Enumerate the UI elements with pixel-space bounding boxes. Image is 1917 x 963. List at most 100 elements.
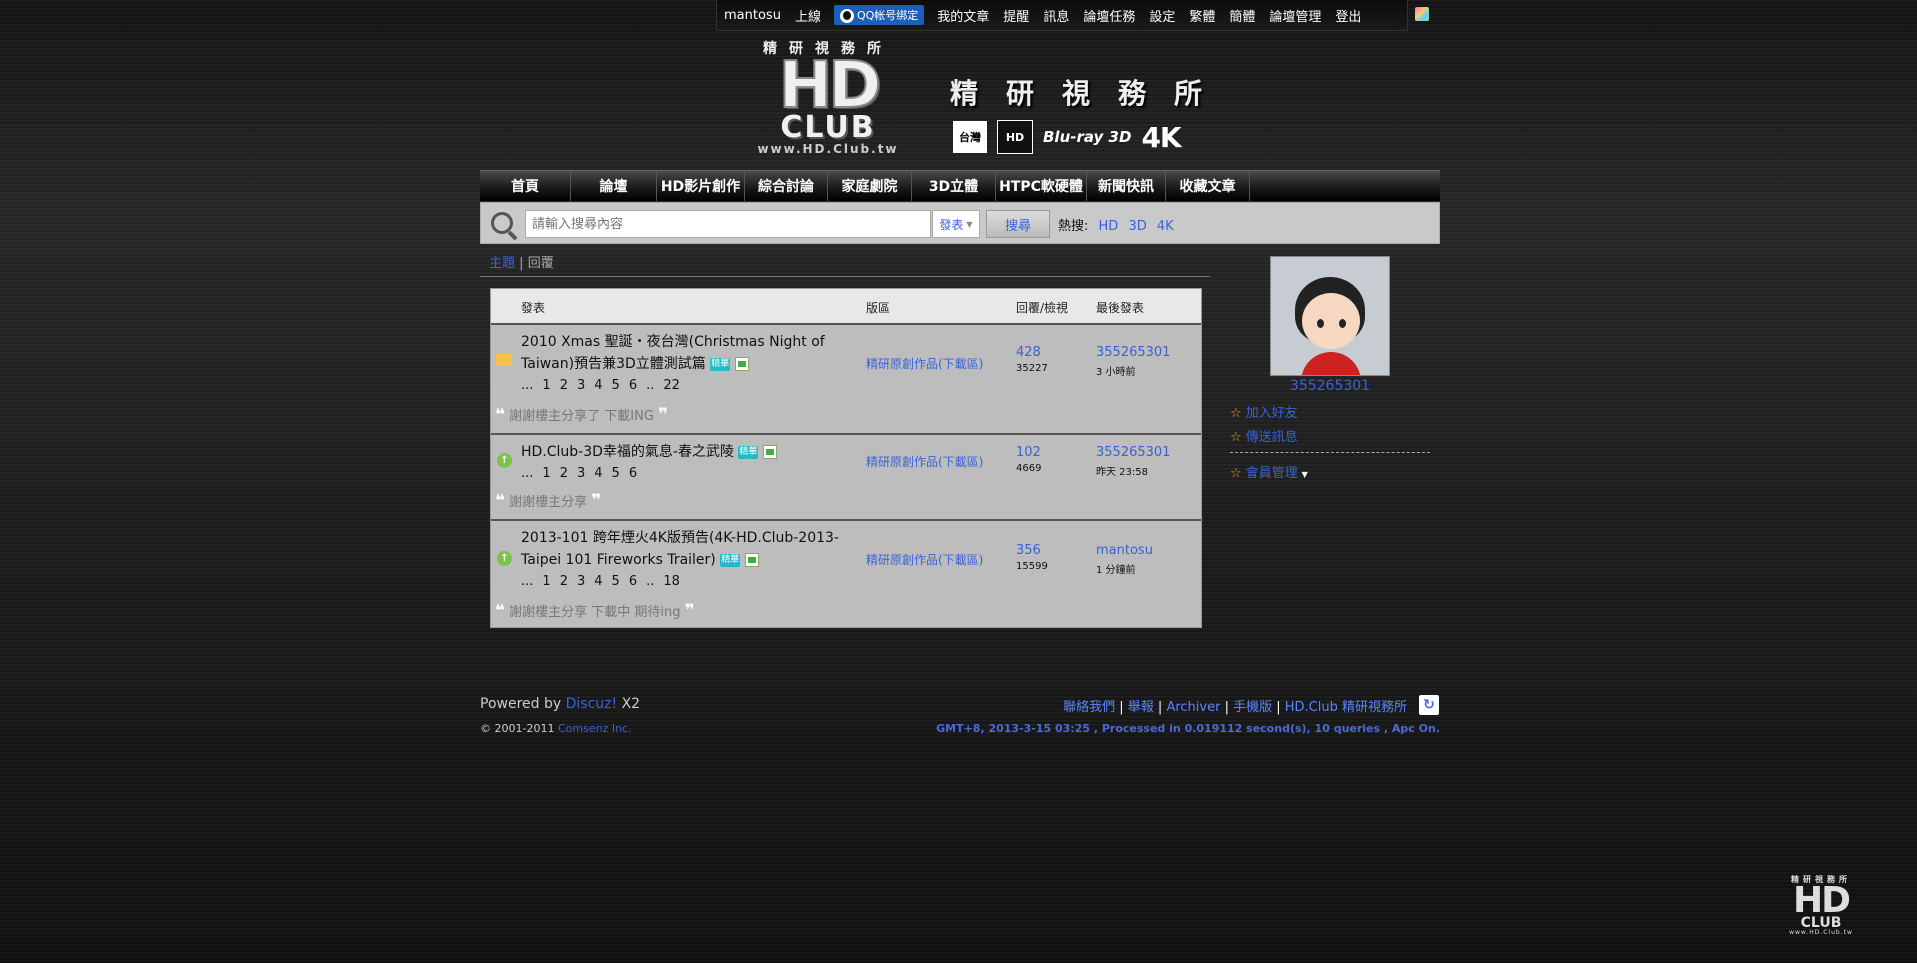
username-link[interactable]: mantosu: [717, 8, 788, 23]
simplified-chinese-link[interactable]: 簡體: [1222, 6, 1262, 25]
thread-title-line2[interactable]: Taipei 101 Fireworks Trailer): [521, 552, 716, 568]
page-link[interactable]: 4: [594, 466, 602, 481]
last-post-time[interactable]: 3 小時前: [1096, 363, 1136, 378]
nav-general[interactable]: 綜合討論: [745, 171, 828, 201]
brand-badges: 台灣 HD Blu-ray 3D 4K: [953, 120, 1182, 154]
page-link[interactable]: 1: [542, 574, 550, 589]
page-link[interactable]: 3: [577, 378, 585, 393]
nav-home[interactable]: 首頁: [480, 171, 571, 201]
search-button[interactable]: 搜尋: [986, 210, 1050, 238]
logout-link[interactable]: 登出: [1328, 6, 1368, 25]
archiver-link[interactable]: Archiver: [1166, 700, 1220, 715]
nav-hd-creation[interactable]: HD影片創作: [657, 171, 745, 201]
last-post-user[interactable]: 355265301: [1096, 345, 1170, 360]
qq-bind-button[interactable]: QQ帐号绑定: [833, 5, 925, 25]
taiwan-badge: 台灣: [953, 121, 987, 153]
hd-club-badge: HD: [997, 120, 1033, 154]
nav-favorites[interactable]: 收藏文章: [1166, 171, 1250, 201]
thread-views: 4669: [1016, 463, 1042, 474]
avatar-eye: [1339, 319, 1346, 328]
hot-keyword-hd[interactable]: HD: [1099, 219, 1119, 234]
nav-forum[interactable]: 論壇: [571, 171, 657, 201]
tab-topics[interactable]: 主題: [489, 256, 515, 271]
page-link[interactable]: 2: [560, 466, 568, 481]
page-link[interactable]: 3: [577, 466, 585, 481]
page-link[interactable]: 4: [594, 378, 602, 393]
thread-replies[interactable]: 102: [1016, 445, 1041, 460]
thread-title-line1[interactable]: 2013-101 跨年煙火4K版預告(4K-HD.Club-2013-: [521, 527, 851, 549]
tab-replies[interactable]: 回覆: [528, 256, 554, 271]
qq-penguin-icon: [839, 9, 854, 23]
page-link[interactable]: 5: [612, 466, 620, 481]
page-link[interactable]: 22: [663, 378, 680, 393]
thread-title[interactable]: 2010 Xmas 聖誕・夜台灣(Christmas Night of Taiw…: [521, 331, 851, 397]
corner-logo: 精研視務所 HD CLUB www.HD.Club.tw: [1776, 874, 1866, 944]
thread-forum-link[interactable]: 精研原創作品(下載區): [866, 355, 983, 372]
page-ellipsis: ..: [646, 574, 655, 589]
send-message-link[interactable]: ☆ 傳送訊息: [1230, 426, 1298, 445]
my-posts-link[interactable]: 我的文章: [930, 6, 996, 25]
forum-admin-link[interactable]: 論壇管理: [1262, 6, 1328, 25]
site-home-link[interactable]: HD.Club 精研視務所: [1285, 700, 1407, 715]
profile-username[interactable]: 355265301: [1230, 378, 1430, 394]
messages-link[interactable]: 訊息: [1036, 6, 1076, 25]
search-input[interactable]: [525, 210, 931, 238]
page-link[interactable]: 1: [542, 466, 550, 481]
search-type-select[interactable]: 發表 ▼: [932, 210, 980, 238]
page-link[interactable]: 4: [594, 574, 602, 589]
search-type-label: 發表: [939, 217, 964, 232]
settings-link[interactable]: 設定: [1142, 6, 1182, 25]
avatar-face: [1302, 293, 1360, 349]
page-link[interactable]: 2: [560, 378, 568, 393]
thread-title-line1[interactable]: 2010 Xmas 聖誕・夜台灣(Christmas Night of: [521, 331, 851, 353]
copyright: © 2001-2011 Comsenz Inc.: [480, 722, 632, 735]
member-admin-menu[interactable]: ☆ 會員管理 ▼: [1230, 462, 1308, 481]
thread-title[interactable]: 2013-101 跨年煙火4K版預告(4K-HD.Club-2013- Taip…: [521, 527, 851, 593]
page-link[interactable]: 6: [629, 466, 637, 481]
image-attachment-icon: [744, 553, 759, 567]
page-link[interactable]: 5: [612, 378, 620, 393]
forum-tasks-link[interactable]: 論壇任務: [1076, 6, 1142, 25]
site-logo[interactable]: 精研視務所 HD CLUB www.HD.Club.tw: [748, 38, 908, 158]
thread-title[interactable]: HD.Club-3D幸福的氣息-春之武陵 精華 ... 1 2 3 4 5 6: [521, 441, 851, 485]
hot-keyword-4k[interactable]: 4K: [1157, 219, 1174, 234]
online-status-link[interactable]: 上線: [788, 6, 828, 25]
refresh-icon[interactable]: ↻: [1419, 695, 1439, 715]
add-friend-label: 加入好友: [1245, 406, 1298, 421]
nav-htpc[interactable]: HTPC軟硬體: [996, 171, 1087, 201]
nav-3d[interactable]: 3D立體: [912, 171, 996, 201]
page-link[interactable]: 18: [663, 574, 680, 589]
thread-forum-link[interactable]: 精研原創作品(下載區): [866, 453, 983, 470]
thread-forum-link[interactable]: 精研原創作品(下載區): [866, 551, 983, 568]
report-link[interactable]: 舉報: [1128, 700, 1154, 715]
thread-replies[interactable]: 356: [1016, 543, 1041, 558]
last-post-user[interactable]: mantosu: [1096, 543, 1153, 558]
page-link[interactable]: 6: [629, 378, 637, 393]
thread-title-line2[interactable]: Taiwan)預告兼3D立體測試篇: [521, 356, 706, 372]
add-friend-link[interactable]: ☆ 加入好友: [1230, 402, 1298, 421]
traditional-chinese-link[interactable]: 繁體: [1182, 6, 1222, 25]
mobile-link[interactable]: 手機版: [1233, 700, 1272, 715]
page-ellipsis: ..: [646, 378, 655, 393]
page-link[interactable]: 2: [560, 574, 568, 589]
page-link[interactable]: 6: [629, 574, 637, 589]
nav-home-theater[interactable]: 家庭劇院: [828, 171, 912, 201]
header-last-post: 最後發表: [1096, 301, 1145, 315]
page-link[interactable]: 1: [542, 378, 550, 393]
thread-title-line1[interactable]: HD.Club-3D幸福的氣息-春之武陵: [521, 444, 734, 460]
contact-link[interactable]: 聯絡我們: [1063, 700, 1115, 715]
nav-news[interactable]: 新聞快訊: [1087, 171, 1166, 201]
thread-replies[interactable]: 428: [1016, 345, 1041, 360]
last-post-time[interactable]: 1 分鐘前: [1096, 561, 1136, 576]
avatar[interactable]: [1270, 256, 1390, 376]
page-link[interactable]: 3: [577, 574, 585, 589]
comsenz-link[interactable]: Comsenz Inc.: [558, 722, 632, 735]
discuz-link[interactable]: Discuz!: [566, 696, 618, 712]
page-link[interactable]: 5: [612, 574, 620, 589]
page-ellipsis: ...: [521, 466, 534, 481]
hot-keyword-3d[interactable]: 3D: [1128, 219, 1146, 234]
style-switch-icon[interactable]: [1415, 7, 1429, 21]
reminders-link[interactable]: 提醒: [996, 6, 1036, 25]
last-post-time[interactable]: 昨天 23:58: [1096, 463, 1148, 478]
last-post-user[interactable]: 355265301: [1096, 445, 1170, 460]
